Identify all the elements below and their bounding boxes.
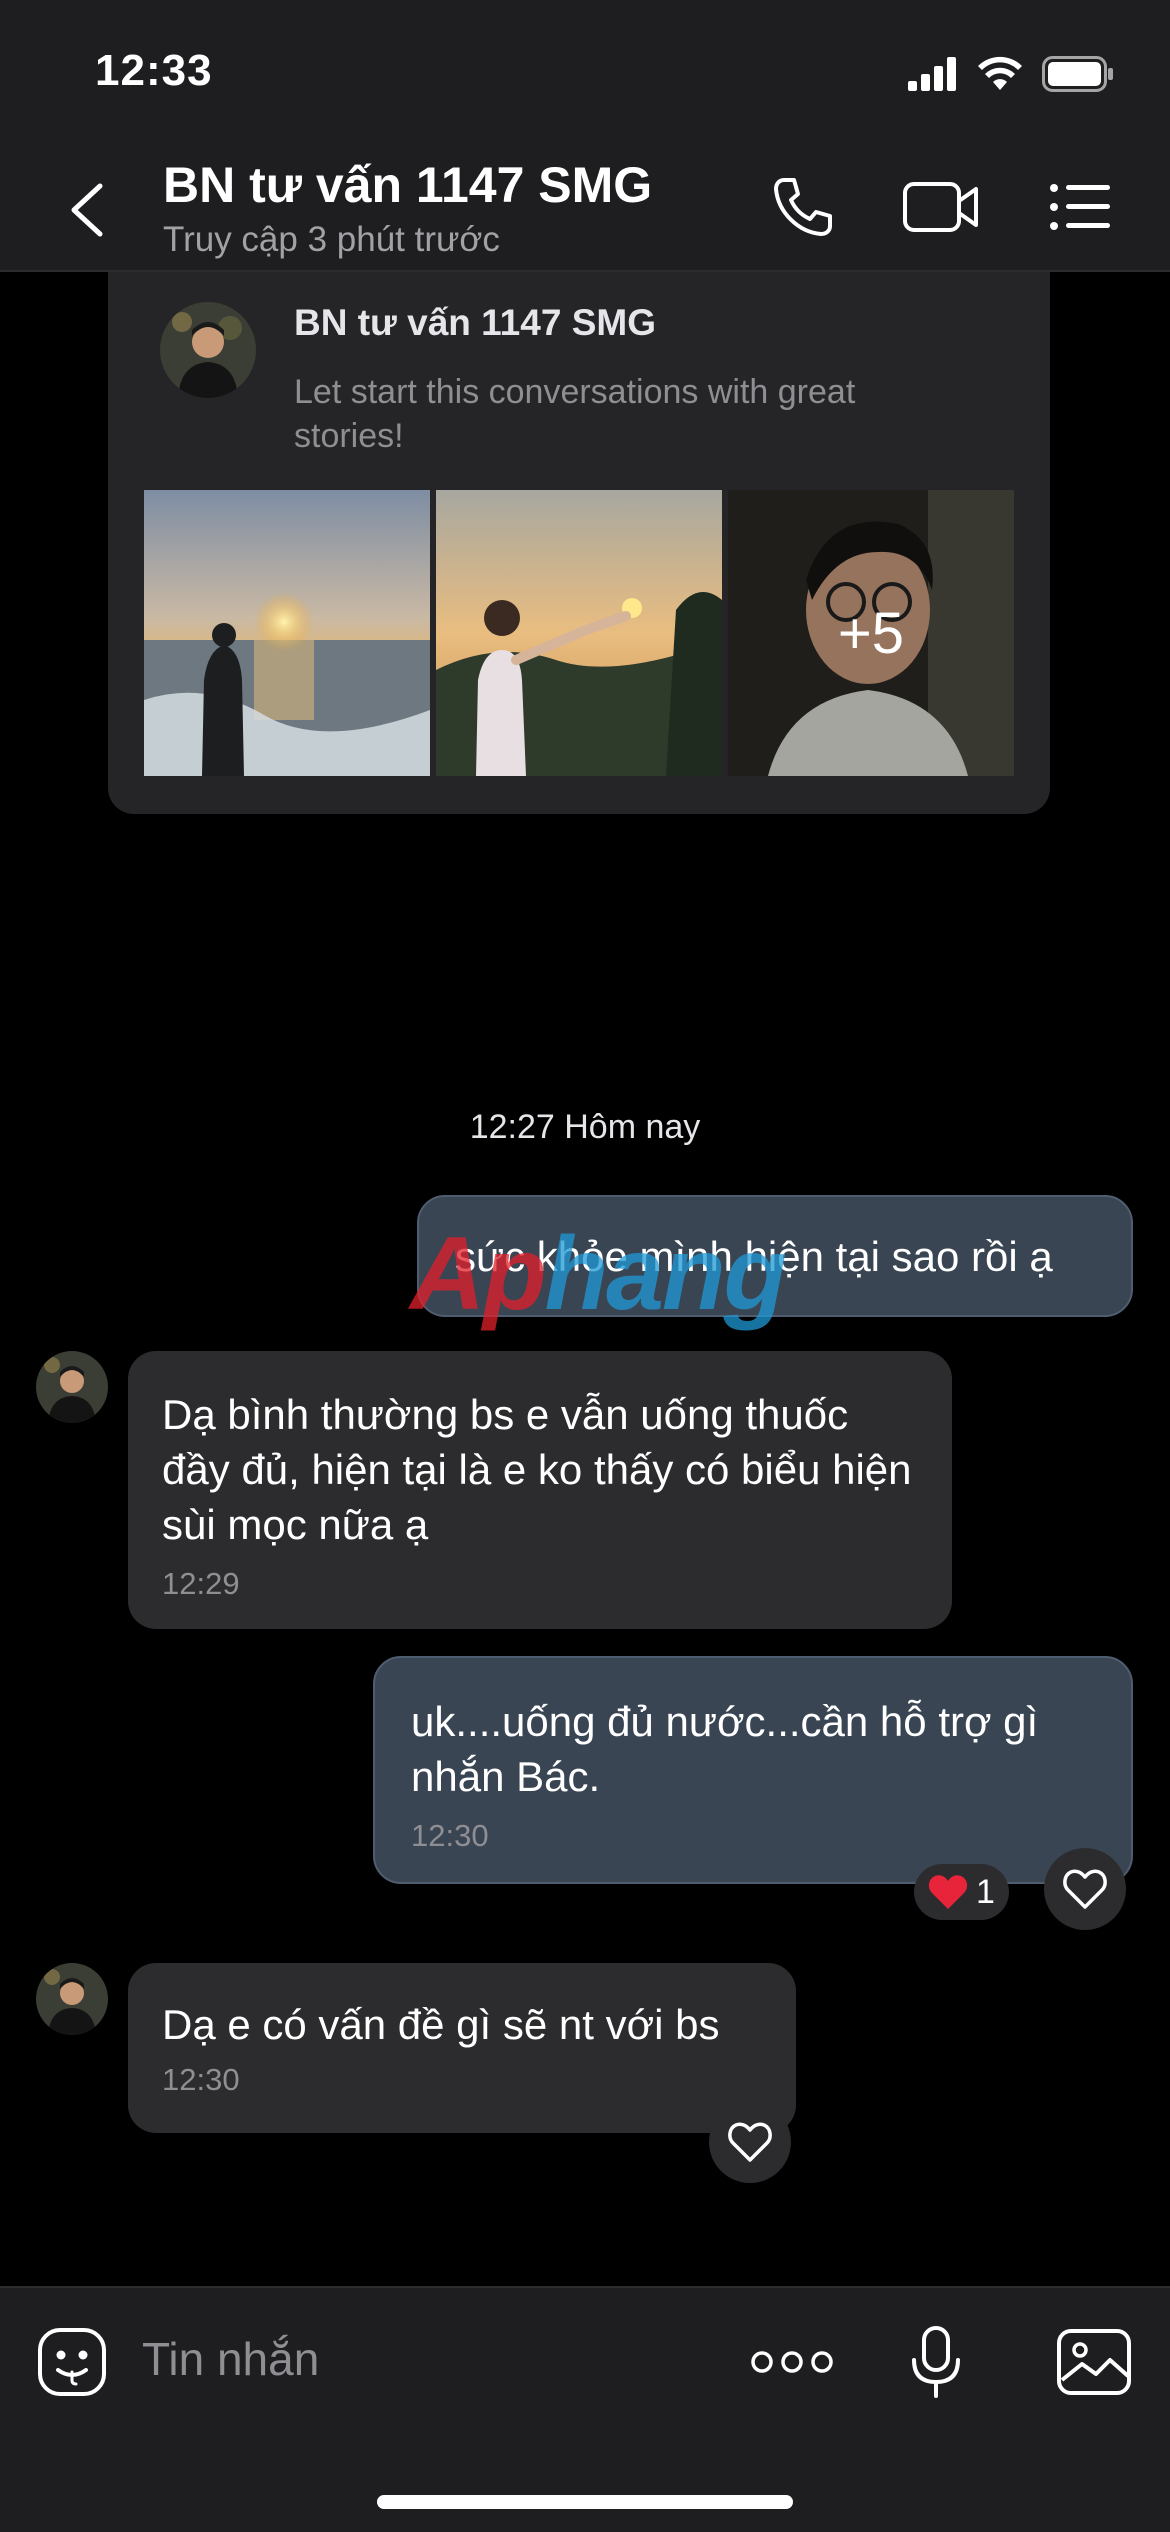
story-avatar[interactable]	[160, 302, 256, 398]
more-photos-count[interactable]: +5	[728, 490, 1014, 776]
status-time: 12:33	[95, 46, 213, 95]
message-time: 12:29	[162, 1566, 240, 1601]
react-button[interactable]	[709, 2101, 791, 2183]
battery-icon	[1042, 56, 1113, 92]
watermark-logo: Aphang	[410, 1216, 787, 1332]
message-input-bar: Tin nhắn	[0, 2286, 1170, 2532]
status-bar: 12:33	[0, 0, 1170, 140]
message-time: 12:30	[162, 2062, 240, 2097]
call-button[interactable]	[770, 174, 836, 245]
heart-outline-icon	[1063, 1869, 1107, 1909]
story-photo-portrait[interactable]: +5	[728, 490, 1014, 776]
date-separator: 12:27 Hôm nay	[469, 1108, 701, 1146]
story-card[interactable]: BN tư vấn 1147 SMG Let start this conver…	[108, 272, 1050, 814]
wifi-icon	[978, 56, 1022, 90]
chat-header: BN tư vấn 1147 SMG Truy cập 3 phút trước	[0, 140, 1170, 272]
message-input[interactable]: Tin nhắn	[142, 2332, 319, 2386]
message-time: 12:30	[411, 1818, 489, 1853]
heart-icon	[928, 1875, 968, 1909]
status-icons	[908, 56, 1114, 92]
voice-message-button[interactable]	[906, 2324, 966, 2405]
gallery-button[interactable]	[1056, 2328, 1132, 2401]
story-photo-sunset-hill[interactable]	[436, 490, 722, 776]
phone-icon	[774, 178, 832, 236]
contact-avatar[interactable]	[36, 1351, 108, 1423]
story-author-name: BN tư vấn 1147 SMG	[294, 302, 656, 343]
signal-icon	[908, 57, 956, 91]
story-photo-sunset-beach[interactable]	[144, 490, 430, 776]
more-options-button[interactable]	[750, 2346, 834, 2383]
more-dots-icon	[751, 2351, 833, 2373]
sticker-button[interactable]	[36, 2326, 108, 2403]
outgoing-message[interactable]: uk....uống đủ nước...cần hỗ trợ gì nhắn …	[373, 1656, 1133, 1884]
microphone-icon	[912, 2326, 960, 2398]
back-button[interactable]	[62, 180, 112, 240]
chevron-left-icon	[71, 183, 103, 237]
home-indicator	[377, 2495, 793, 2509]
message-text: uk....uống đủ nước...cần hỗ trợ gì nhắn …	[411, 1698, 1039, 1800]
message-text: Dạ bình thường bs e vẫn uống thuốc đầy đ…	[162, 1391, 912, 1548]
story-description: Let start this conversations with great …	[294, 373, 856, 455]
reaction-badge[interactable]: 1	[914, 1864, 1009, 1920]
message-text: Dạ e có vấn đề gì sẽ nt với bs	[162, 2001, 720, 2048]
story-photo-strip: +5	[144, 490, 1014, 776]
image-icon	[1057, 2329, 1131, 2395]
reaction-count: 1	[976, 1872, 995, 1911]
list-icon	[1050, 184, 1110, 230]
chat-title[interactable]: BN tư vấn 1147 SMG	[163, 156, 652, 214]
heart-outline-icon	[728, 2122, 772, 2162]
menu-button[interactable]	[1048, 174, 1112, 245]
contact-avatar[interactable]	[36, 1963, 108, 2035]
video-camera-icon	[903, 182, 978, 232]
incoming-message[interactable]: Dạ bình thường bs e vẫn uống thuốc đầy đ…	[128, 1351, 952, 1629]
video-call-button[interactable]	[902, 174, 980, 245]
last-seen-status: Truy cập 3 phút trước	[163, 220, 500, 259]
incoming-message[interactable]: Dạ e có vấn đề gì sẽ nt với bs 12:30	[128, 1963, 796, 2133]
react-button[interactable]	[1044, 1848, 1126, 1930]
sticker-icon	[38, 2328, 106, 2396]
